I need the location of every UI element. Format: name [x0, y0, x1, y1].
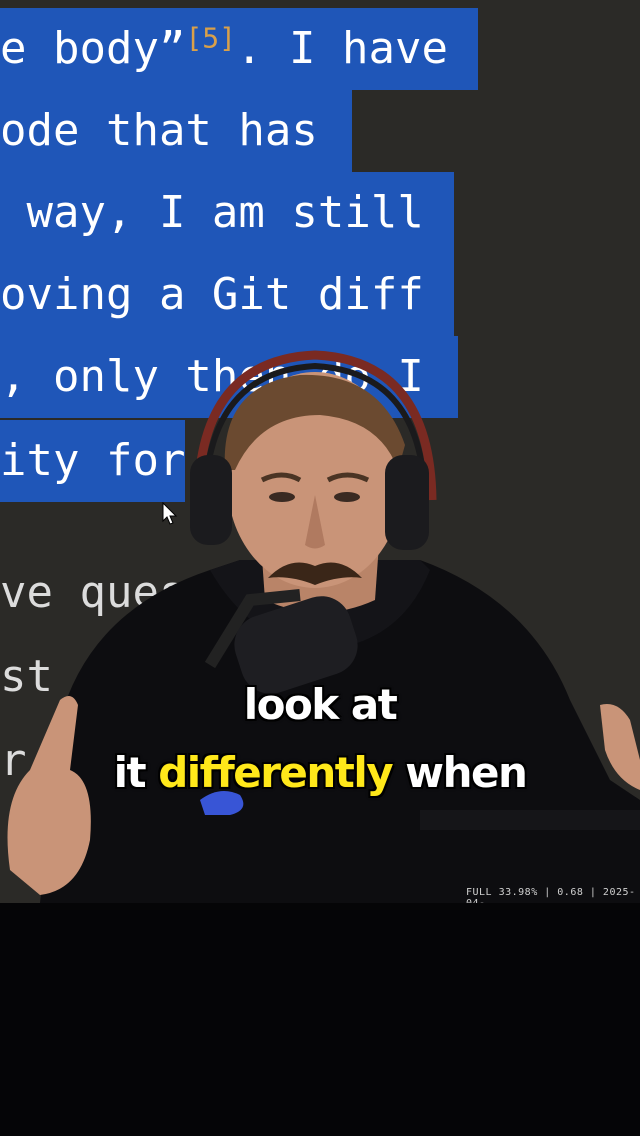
caption-line-2: it differently when: [0, 748, 640, 797]
caption-line-2-pre: it: [113, 748, 159, 797]
bottom-black-bar: [0, 903, 640, 1136]
caption-line-2-post: when: [392, 748, 528, 797]
terminal-status-bar: FULL 33.98% | 0.68 | 2025-04-: [466, 887, 636, 903]
video-frame: e body”[5]. I have ode that has way, I a…: [0, 0, 640, 1136]
caption-highlight-word: differently: [158, 748, 393, 797]
caption-line-1: look at: [243, 680, 398, 729]
